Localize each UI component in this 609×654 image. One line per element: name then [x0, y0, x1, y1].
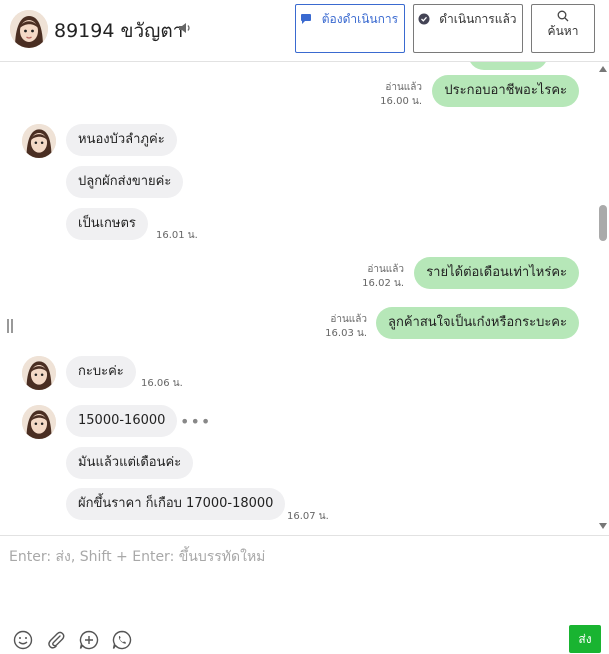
message-bubble[interactable]: ลูกค้าสนใจเป็นเก๋งหรือกระบะคะ — [376, 307, 579, 339]
read-receipt: อ่านแล้ว — [385, 82, 422, 93]
read-receipt: อ่านแล้ว — [330, 314, 367, 325]
add-chat-icon[interactable] — [79, 630, 99, 650]
message-meta: อ่านแล้ว 16.00 น. — [380, 81, 422, 109]
resize-handle[interactable] — [7, 319, 13, 333]
speaker-icon[interactable] — [177, 20, 193, 36]
message-time: 16.06 น. — [141, 378, 183, 389]
message-bubble[interactable]: รายได้ต่อเดือนเท่าไหร่คะ — [414, 257, 579, 289]
sender-avatar[interactable] — [22, 356, 56, 390]
message-bubble[interactable]: ผักขึ้นราคา ก็เกือบ 17000-18000 — [66, 488, 286, 520]
scrollbar-thumb[interactable] — [599, 205, 607, 241]
message-meta: อ่านแล้ว 16.02 น. — [362, 263, 404, 291]
message-input[interactable] — [9, 546, 599, 616]
message-bubble[interactable]: หนองบัวลำภูค่ะ — [66, 124, 177, 156]
message-meta: อ่านแล้ว 16.03 น. — [325, 313, 367, 341]
search-button-label: ค้นหา — [547, 24, 579, 38]
message-time: 16.01 น. — [156, 230, 198, 241]
send-button[interactable]: ส่ง — [569, 625, 601, 653]
search-icon — [557, 10, 569, 22]
message-bubble[interactable]: กะบะค่ะ — [66, 356, 136, 388]
message-bubble[interactable]: เป็นเกษตร — [66, 208, 148, 240]
message-bubble[interactable]: ปลูกผักส่งขายค่ะ — [66, 166, 184, 198]
done-button-label: ดำเนินการแล้ว — [439, 12, 517, 26]
sender-avatar[interactable] — [22, 124, 56, 158]
message-bubble[interactable]: 15000-16000 — [66, 405, 178, 437]
attachment-icon[interactable] — [46, 630, 66, 650]
chat-check-icon — [418, 13, 430, 25]
more-options-icon[interactable]: ••• — [180, 412, 211, 431]
search-button[interactable]: ค้นหา — [531, 4, 595, 53]
todo-button-label: ต้องดำเนินการ — [321, 12, 399, 26]
message-bubble-partial — [468, 62, 548, 70]
chat-header: 89194 ขวัญตา ต้องดำเนินการ ดำเนินการแล้ว… — [0, 0, 609, 62]
emoji-icon[interactable] — [13, 630, 33, 650]
scrollbar[interactable] — [597, 62, 609, 535]
done-button[interactable]: ดำเนินการแล้ว — [413, 4, 523, 53]
message-time: 16.03 น. — [325, 328, 367, 339]
message-time: 16.00 น. — [380, 96, 422, 107]
contact-avatar[interactable] — [10, 10, 48, 48]
chat-bubble-icon — [301, 14, 312, 24]
contact-name: 89194 ขวัญตา — [54, 20, 184, 42]
message-time: 16.07 น. — [287, 511, 329, 522]
scroll-down-arrow-icon[interactable] — [599, 523, 607, 529]
todo-button[interactable]: ต้องดำเนินการ — [295, 4, 405, 53]
message-time: 16.02 น. — [362, 278, 404, 289]
phone-chat-icon[interactable] — [112, 630, 132, 650]
message-bubble[interactable]: ประกอบอาชีพอะไรคะ — [432, 75, 579, 107]
sender-avatar[interactable] — [22, 405, 56, 439]
scroll-up-arrow-icon[interactable] — [599, 66, 607, 72]
message-list[interactable]: อ่านแล้ว 16.00 น. ประกอบอาชีพอะไรคะ หนอง… — [0, 62, 609, 535]
message-bubble[interactable]: มันแล้วแต่เดือนค่ะ — [66, 447, 194, 479]
message-composer: ส่ง — [0, 535, 609, 654]
read-receipt: อ่านแล้ว — [367, 264, 404, 275]
